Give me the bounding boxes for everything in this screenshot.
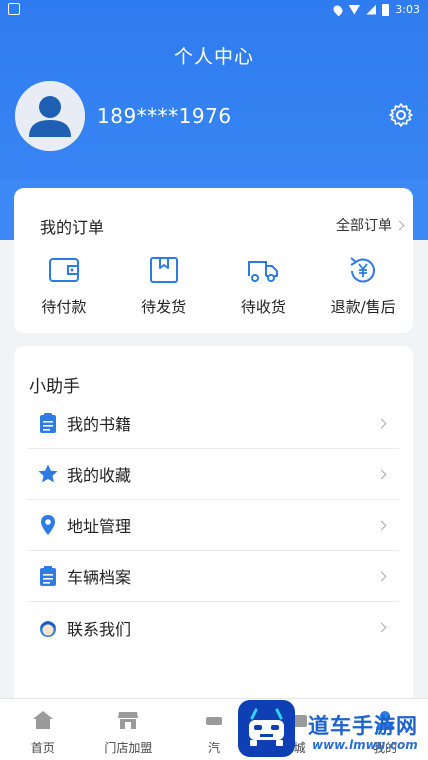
chevron-right-icon bbox=[376, 571, 387, 581]
watermark-logo bbox=[238, 700, 295, 757]
chevron-right-icon bbox=[376, 469, 387, 479]
helper-title: 小助手 bbox=[29, 377, 80, 397]
customer-service-icon bbox=[40, 620, 56, 637]
all-orders-label: 全部订单 bbox=[336, 218, 392, 234]
avatar[interactable] bbox=[15, 81, 85, 151]
location-pin-icon bbox=[41, 515, 55, 535]
order-item-label: 退款/售后 bbox=[330, 298, 396, 316]
signal-icon bbox=[366, 4, 377, 15]
star-icon bbox=[38, 464, 58, 483]
order-pending-shipment[interactable]: 待发货 bbox=[119, 254, 209, 317]
watermark-url: www.lmwu.com bbox=[312, 738, 418, 752]
chevron-right-icon bbox=[394, 220, 405, 230]
watermark-brand: 道车手游网 bbox=[308, 714, 418, 738]
page-title: 个人中心 bbox=[173, 46, 254, 68]
menu-item-label: 地址管理 bbox=[67, 517, 132, 536]
chevron-right-icon bbox=[376, 622, 387, 633]
status-time: 3:03 bbox=[395, 3, 420, 16]
menu-item-vehicle-records[interactable]: 车辆档案 bbox=[27, 551, 399, 602]
user-avatar-icon bbox=[15, 81, 85, 151]
wifi-icon bbox=[348, 4, 361, 15]
store-icon bbox=[118, 712, 139, 729]
order-pending-receipt[interactable]: 待收货 bbox=[218, 254, 308, 317]
location-status-icon bbox=[331, 3, 345, 16]
menu-item-label: 车辆档案 bbox=[67, 568, 132, 587]
clipboard-icon bbox=[40, 413, 56, 433]
orders-title: 我的订单 bbox=[40, 218, 105, 237]
wallet-icon bbox=[48, 258, 79, 282]
order-item-label: 待付款 bbox=[41, 298, 87, 316]
status-bar: 3:03 bbox=[0, 0, 428, 20]
menu-item-label: 联系我们 bbox=[67, 619, 132, 639]
tab-store-franchise[interactable]: 门店加盟 bbox=[86, 699, 172, 760]
menu-item-address[interactable]: 地址管理 bbox=[27, 500, 399, 551]
refund-icon bbox=[350, 257, 376, 283]
menu-item-favorites[interactable]: 我的收藏 bbox=[27, 449, 399, 500]
battery-icon bbox=[382, 3, 390, 16]
tab-label: 门店加盟 bbox=[104, 741, 153, 755]
app-notification-icon bbox=[8, 3, 20, 15]
chevron-right-icon bbox=[376, 520, 387, 530]
tab-home[interactable]: 首页 bbox=[0, 699, 86, 760]
order-item-label: 待收货 bbox=[240, 298, 286, 316]
menu-item-contact-us[interactable]: 联系我们 bbox=[27, 602, 399, 653]
tab-label: 汽 bbox=[207, 741, 220, 755]
order-pending-payment[interactable]: 待付款 bbox=[19, 254, 109, 317]
watermark: 道车手游网 www.lmwu.com bbox=[238, 700, 428, 760]
truck-icon bbox=[248, 261, 279, 282]
menu-item-label: 我的收藏 bbox=[67, 466, 132, 485]
package-icon bbox=[149, 257, 178, 283]
order-refund-aftersale[interactable]: 退款/售后 bbox=[318, 254, 408, 317]
settings-gear-icon[interactable] bbox=[388, 102, 414, 128]
menu-item-my-books[interactable]: 我的书籍 bbox=[27, 398, 399, 449]
car-robot-icon bbox=[249, 708, 284, 746]
orders-card: 我的订单 全部订单 待付款 待发货 待收货 退款/售后 bbox=[14, 188, 413, 333]
helper-menu-list: 我的书籍 我的收藏 地址管理 车辆档案 联系我们 bbox=[27, 398, 399, 653]
menu-item-label: 我的书籍 bbox=[67, 415, 132, 434]
order-item-label: 待发货 bbox=[141, 298, 187, 316]
tab-label: 首页 bbox=[30, 741, 55, 755]
user-phone: 189****1976 bbox=[97, 104, 232, 128]
home-icon bbox=[32, 711, 53, 729]
chevron-right-icon bbox=[376, 418, 387, 428]
car-icon bbox=[205, 717, 222, 725]
all-orders-link[interactable]: 全部订单 bbox=[336, 215, 405, 235]
clipboard-icon bbox=[40, 566, 56, 586]
helper-card: 小助手 我的书籍 我的收藏 地址管理 车辆档案 联系我们 bbox=[14, 346, 413, 706]
